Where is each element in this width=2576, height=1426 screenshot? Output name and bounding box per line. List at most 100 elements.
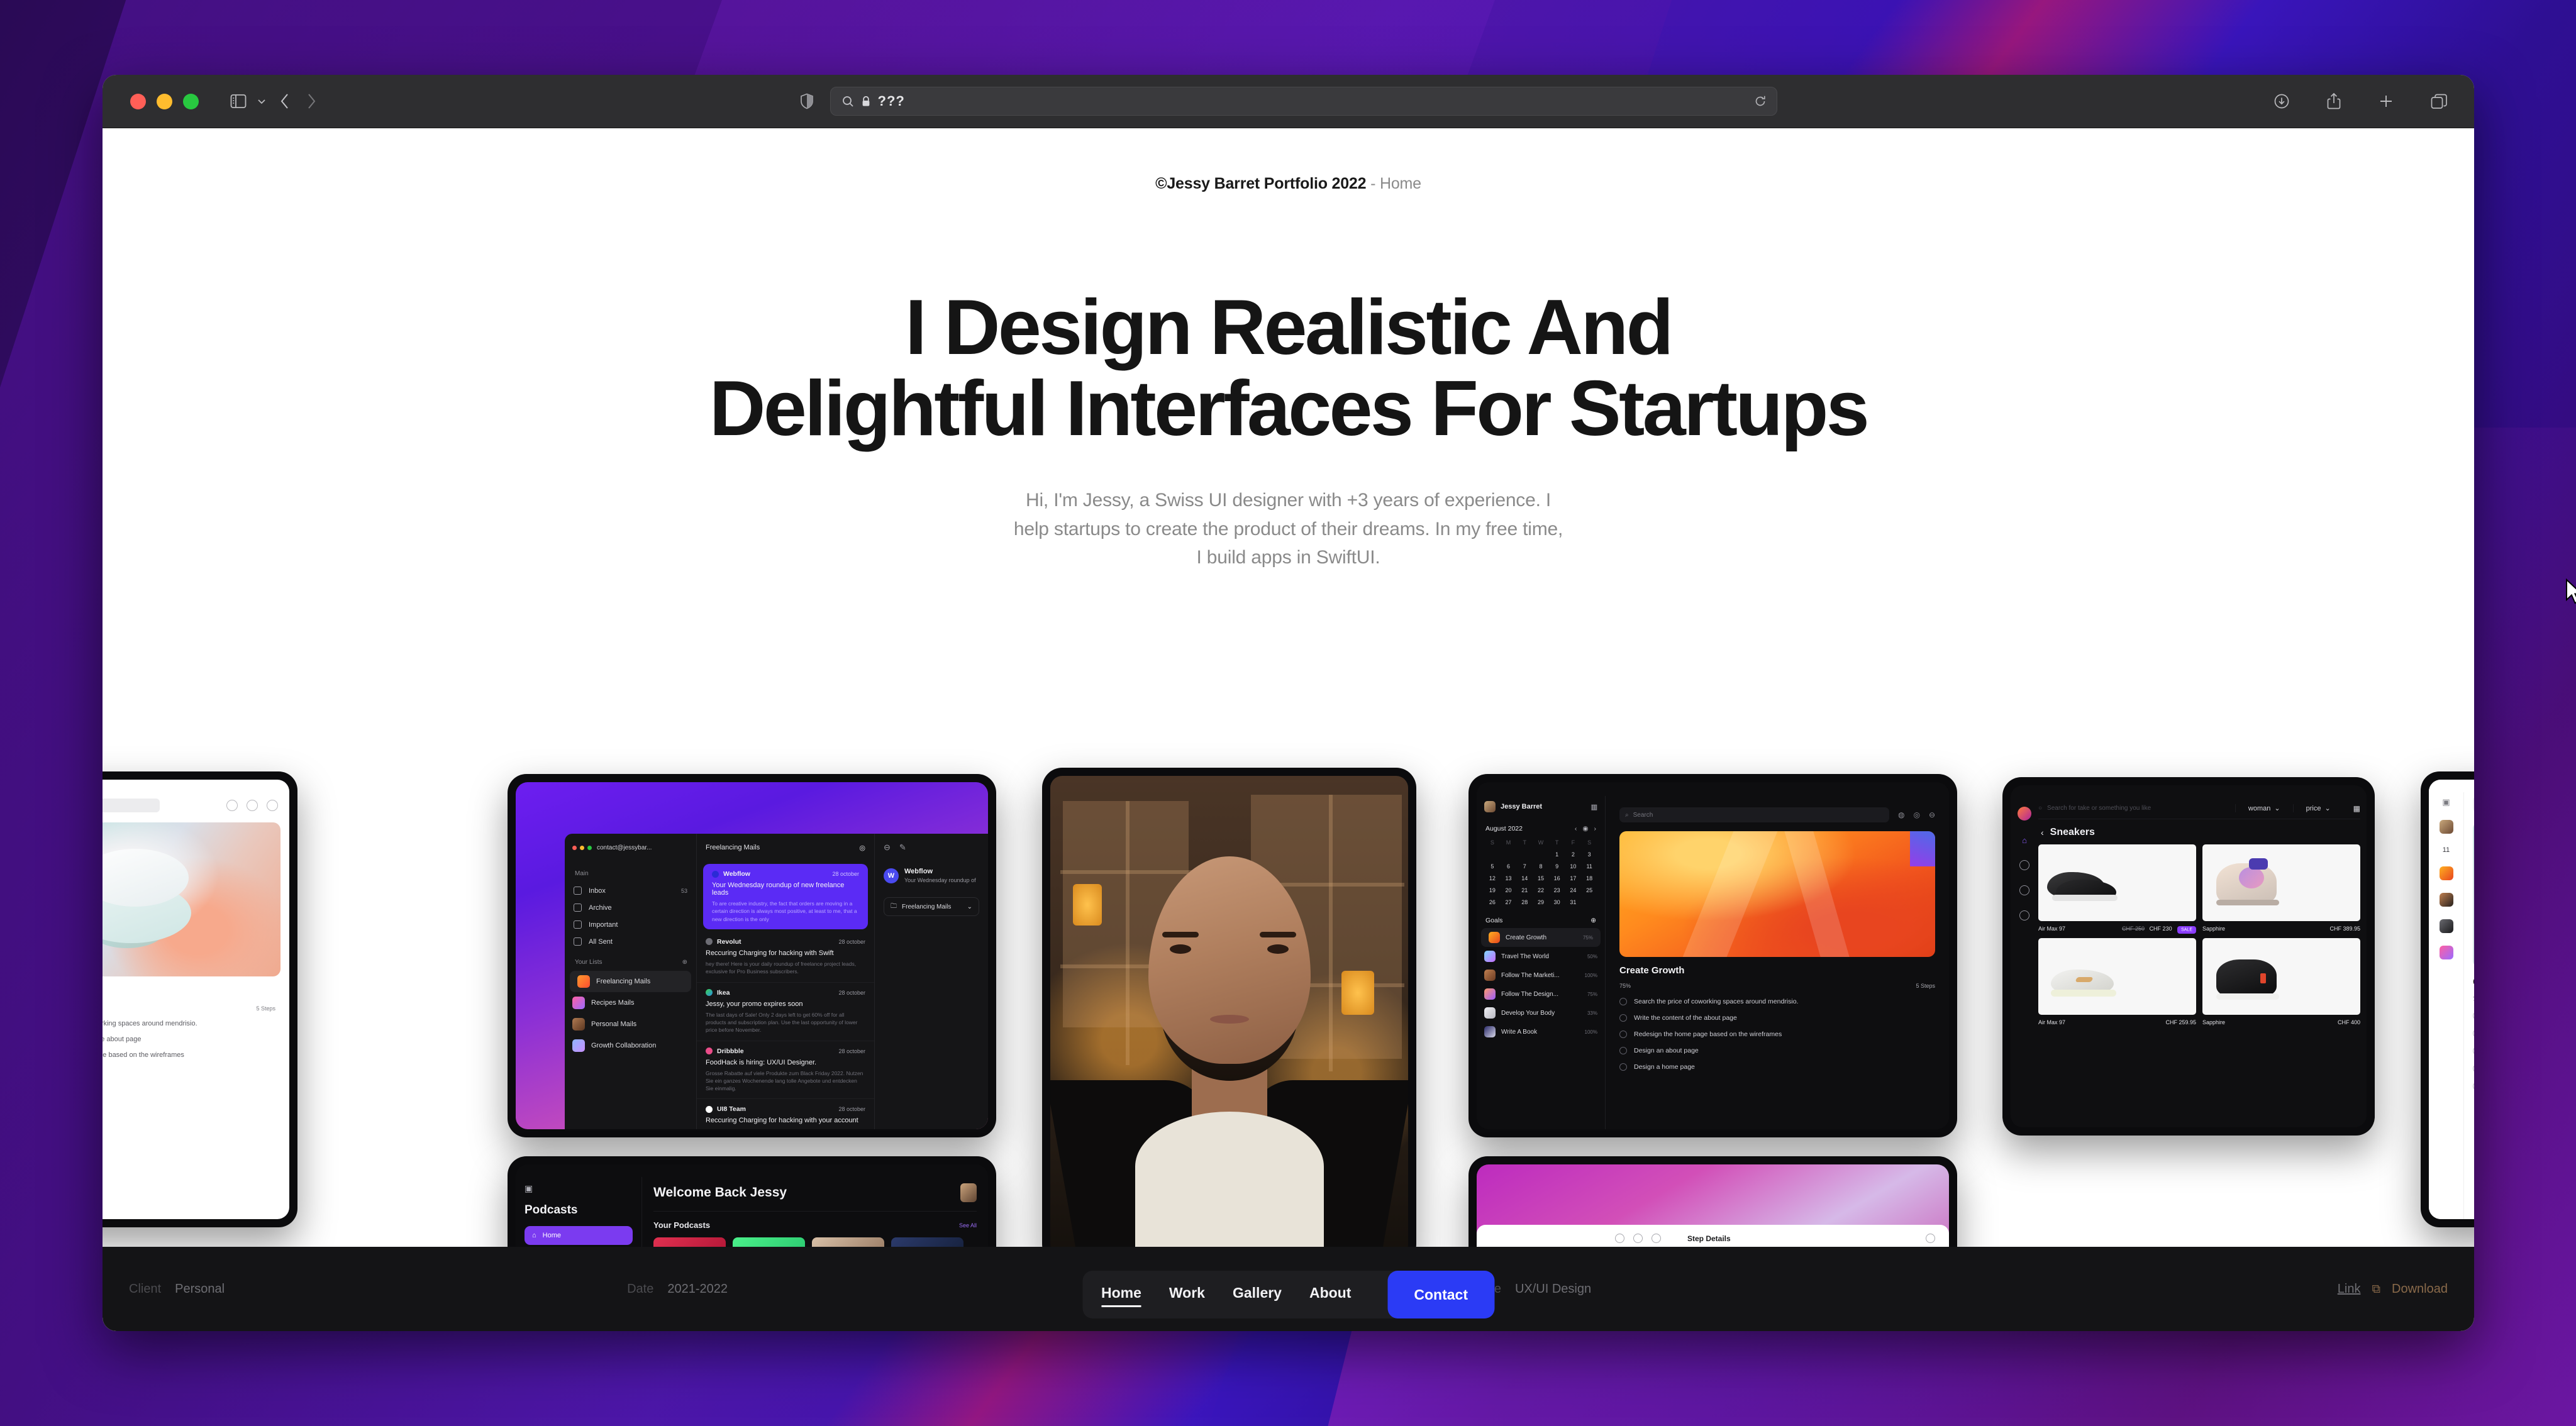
contact-button[interactable]: Contact	[1387, 1271, 1495, 1318]
filter-gender-dropdown[interactable]: woman ⌄	[2235, 804, 2293, 812]
device-mockup-sneakers-app[interactable]: Search 16:30 Tue 6 Dec ••• 60% ⌂	[2002, 777, 2375, 1136]
goal-thumbnail[interactable]	[2439, 919, 2453, 933]
info-icon[interactable]	[2019, 885, 2029, 895]
maximize-window-button[interactable]	[183, 93, 199, 109]
goal-thumbnail[interactable]	[2439, 866, 2453, 880]
navigation-arrows[interactable]	[279, 92, 317, 110]
sidebar-toggle-icon[interactable]: ▣	[2442, 797, 2450, 807]
add-icon[interactable]	[247, 800, 258, 811]
tab-overview-icon[interactable]	[2431, 94, 2448, 109]
calendar-grid[interactable]: S M T W T F S 1 2 3 5 6 7 8 9 10 11 12 13 14 15 16 17 18 19 20 21 2…	[1477, 836, 1605, 908]
goal-thumbnail[interactable]	[2439, 893, 2453, 907]
address-bar[interactable]: ???	[830, 87, 1777, 116]
calendar-prev-icon[interactable]: ‹	[1575, 825, 1577, 832]
growth-light-task-row[interactable]: Design a home page	[2473, 1082, 2474, 1090]
goal-task-row[interactable]: Write the content of the about page	[1619, 1014, 1935, 1022]
mail-message-row[interactable]: Revolut 28 october Reccuring Charging for…	[697, 932, 874, 983]
download-icon[interactable]	[2273, 93, 2290, 109]
goal-task-row[interactable]: Design an about page	[1619, 1047, 1935, 1054]
avatar[interactable]	[2018, 807, 2031, 821]
sidebar-icon[interactable]	[230, 94, 247, 109]
mail-list-item[interactable]: Growth Collaboration	[565, 1035, 696, 1056]
device-mockup-growth-light-right[interactable]: Search 16:30 Tue 6 Dec ▣ 11	[2421, 771, 2474, 1227]
calendar-controls[interactable]: ‹ ◉ ›	[1575, 825, 1596, 832]
mail-nav-all-sent[interactable]: All Sent	[565, 933, 696, 950]
shield-icon[interactable]	[800, 93, 814, 109]
nav-item-work[interactable]: Work	[1169, 1285, 1205, 1305]
device-mockup-growth-light-left[interactable]: wth 5 Steps price of coworking spaces ar…	[103, 771, 297, 1227]
mail-account-label[interactable]: contact@jessybar...	[597, 844, 652, 851]
checkbox-icon[interactable]	[1619, 1063, 1627, 1071]
avatar[interactable]	[960, 1183, 977, 1202]
checkbox-icon[interactable]	[1619, 1014, 1627, 1022]
device-mockup-goals-app[interactable]: Search 16:30 Tue 6 Dec ••• 60% Jessy Bar…	[1468, 774, 1957, 1137]
goal-item[interactable]: Follow The Marketi... 100%	[1477, 966, 1605, 985]
goals-user-row[interactable]: Jessy Barret ▥	[1477, 796, 1605, 817]
checkbox-icon[interactable]	[1619, 1047, 1627, 1054]
podcasts-nav-home[interactable]: ⌂ Home	[525, 1226, 633, 1245]
product-card[interactable]: Air Max 97 CHF 259.95	[2038, 938, 2196, 1025]
mail-message-row[interactable]: Webflow 28 october Your Wednesday roundup…	[703, 864, 868, 929]
list-icon[interactable]	[2019, 860, 2029, 870]
checkbox-icon[interactable]	[2473, 1064, 2474, 1073]
product-card[interactable]: Sapphire CHF 400	[2202, 938, 2360, 1025]
more-icon[interactable]: ⊖	[1929, 810, 1935, 819]
goal-task-row[interactable]: Redesign the home page based on the wire…	[1619, 1031, 1935, 1038]
home-icon[interactable]: ⌂	[2022, 836, 2027, 845]
calendar-today-icon[interactable]: ◉	[1582, 825, 1588, 832]
search-input[interactable]: ⌕ Search	[2473, 796, 2474, 812]
minimize-window-button[interactable]	[157, 93, 172, 109]
sneakers-sidebar[interactable]: ⌂	[2011, 798, 2038, 1127]
goal-item[interactable]: Follow The Design... 75%	[1477, 985, 1605, 1003]
calendar-next-icon[interactable]: ›	[1594, 825, 1597, 832]
growth-light-task-row[interactable]: Redesign the home pa	[2473, 1047, 2474, 1055]
nav-item-home[interactable]: Home	[1101, 1285, 1141, 1307]
close-icon[interactable]	[1926, 1234, 1935, 1243]
checkbox-icon[interactable]	[2473, 1029, 2474, 1037]
mail-message-row[interactable]: UI8 Team 28 october Reccuring Charging fo…	[697, 1099, 874, 1129]
goal-task-row[interactable]: Design a home page	[1619, 1063, 1935, 1071]
more-icon[interactable]	[1652, 1234, 1661, 1243]
growth-light-actions[interactable]	[226, 800, 278, 811]
sidebar-toggle-icon[interactable]: ▣	[525, 1183, 533, 1193]
mail-message-row[interactable]: Dribbble 28 october FoodHack is hiring: U…	[697, 1041, 874, 1100]
goal-item[interactable]: Travel The World 50%	[1477, 947, 1605, 966]
chevron-down-icon[interactable]: ⌄	[967, 904, 972, 910]
close-window-button[interactable]	[130, 93, 146, 109]
product-card[interactable]: Air Max 97 CHF 250 CHF 230 SALE	[2038, 844, 2196, 934]
chevron-down-icon[interactable]	[257, 97, 267, 105]
mail-message-row[interactable]: Ikea 28 october Jessy, your promo expires…	[697, 983, 874, 1041]
mail-nav-inbox[interactable]: Inbox 53	[565, 882, 696, 899]
sidebar-toggle-icon[interactable]: ▥	[1591, 803, 1597, 811]
window-controls[interactable]	[130, 93, 199, 109]
checkbox-icon[interactable]	[2473, 1082, 2474, 1090]
filter-price-dropdown[interactable]: price ⌄	[2292, 804, 2343, 812]
growth-light-task[interactable]: home page	[103, 1083, 289, 1090]
goal-thumbnail[interactable]	[2439, 946, 2453, 959]
growth-light-task-row[interactable]: Design an about page	[2473, 1064, 2474, 1073]
growth-light-task-row[interactable]: Write the content for t	[2473, 1029, 2474, 1037]
back-icon[interactable]: ‹	[2041, 827, 2044, 837]
grid-view-icon[interactable]: ▦	[2343, 804, 2360, 813]
add-icon[interactable]	[1633, 1234, 1643, 1243]
growth-light-task[interactable]: the home page based on the wireframes	[103, 1051, 289, 1059]
mail-detail-folder-chip[interactable]: 🗀 Freelancing Mails ⌄	[884, 897, 979, 916]
mail-list-item[interactable]: Personal Mails	[565, 1014, 696, 1035]
checkbox-icon[interactable]	[1619, 1031, 1627, 1038]
mail-list-item[interactable]: Freelancing Mails	[570, 971, 691, 992]
avatar[interactable]	[2439, 820, 2453, 834]
search-icon[interactable]	[2019, 910, 2029, 920]
person-icon[interactable]: ◍	[1898, 810, 1904, 819]
mail-window-controls[interactable]	[572, 845, 592, 850]
person-icon[interactable]	[226, 800, 238, 811]
nav-item-gallery[interactable]: Gallery	[1233, 1285, 1282, 1305]
product-card[interactable]: Sapphire CHF 389.95	[2202, 844, 2360, 932]
device-mockup-portrait-photo[interactable]	[1042, 768, 1416, 1264]
person-icon[interactable]	[1615, 1234, 1624, 1243]
share-icon[interactable]	[2326, 92, 2341, 110]
growth-light-task[interactable]: about page	[103, 1067, 289, 1075]
mail-detail-actions[interactable]: ⊖ ✎	[875, 834, 988, 861]
nav-item-about[interactable]: About	[1309, 1285, 1351, 1305]
mail-nav-archive[interactable]: Archive	[565, 899, 696, 916]
target-icon[interactable]: ◎	[1913, 810, 1919, 819]
